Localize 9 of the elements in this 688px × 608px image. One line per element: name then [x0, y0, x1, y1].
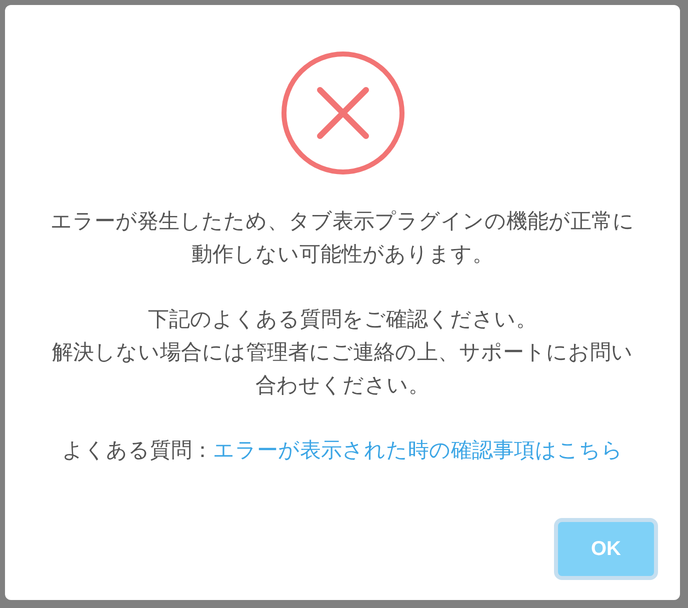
message-text: 合わせください。	[256, 372, 430, 399]
faq-label: よくある質問：	[62, 438, 213, 462]
message-text: 動作しない可能性があります。	[192, 241, 494, 268]
message-text: 下記のよくある質問をご確認ください。	[148, 306, 537, 333]
error-icon	[280, 51, 404, 175]
faq-link[interactable]: エラーが表示された時の確認事項はこちら	[213, 438, 623, 462]
message-text: エラーが発生したため、タブ表示プラグインの機能が正常に	[50, 208, 634, 235]
ok-button[interactable]: OK	[554, 518, 658, 580]
message-text: 解決しない場合には管理者にご連絡の上、サポートにお問い	[52, 339, 633, 366]
